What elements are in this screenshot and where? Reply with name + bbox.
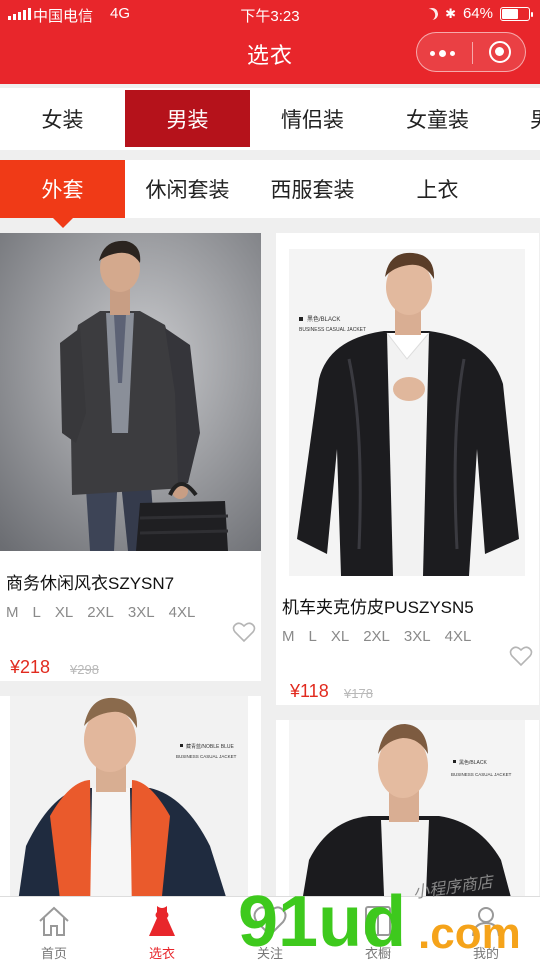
subcategory-tab-casual-sets[interactable]: 休闲套装: [125, 160, 250, 218]
size-option: 3XL: [127, 604, 155, 621]
photo-tag-color: 黑色/BLACK: [307, 315, 340, 323]
product-sizes: M L XL 2XL 3XL 4XL: [282, 625, 472, 649]
category-tab-couples[interactable]: 情侣装: [250, 90, 375, 147]
photo-tag-subtitle: BUSINESS CASUAL JACKET: [299, 327, 366, 333]
subcategory-tab-suits[interactable]: 西服套装: [250, 160, 375, 218]
tab-label: 关注: [256, 946, 283, 960]
do-not-disturb-icon: [424, 6, 439, 21]
top-bar: 中国电信 4G 下午3:23 ✱ 64% 选衣: [0, 0, 540, 84]
size-option: M: [6, 604, 19, 621]
product-photo[interactable]: 藏青蓝/NOBLE BLUE BUSINESS CASUAL JACKET: [10, 696, 248, 916]
mini-program-capsule: [416, 32, 526, 72]
category-tabs: 女装 男装 情侣装 女童装 男: [0, 88, 540, 150]
subcategory-tab-tops[interactable]: 上衣: [375, 160, 500, 218]
size-option: XL: [54, 604, 74, 621]
product-card[interactable]: 黑色/BLACK BUSINESS CASUAL JACKET: [276, 720, 539, 920]
tab-home[interactable]: 首页: [0, 897, 108, 960]
dress-icon: [149, 906, 175, 936]
product-card[interactable]: 藏青蓝/NOBLE BLUE BUSINESS CASUAL JACKET: [0, 696, 261, 916]
product-title[interactable]: 机车夹克仿皮PUSZYSN5: [282, 593, 474, 618]
product-price: ¥118: [290, 681, 329, 701]
favorite-heart-icon[interactable]: [232, 621, 256, 643]
user-icon: [472, 907, 500, 937]
tab-label: 选衣: [148, 946, 175, 960]
product-image-leather-jacket: 黑色/BLACK BUSINESS CASUAL JACKET: [289, 249, 525, 576]
bottom-tab-bar: 首页 选衣 关注 衣橱 我的: [0, 896, 540, 960]
size-option: XL: [330, 628, 350, 645]
tab-choose-clothes[interactable]: 选衣: [108, 897, 216, 960]
status-right: ✱ 64%: [424, 5, 533, 22]
battery-percent: 64%: [462, 5, 493, 22]
size-option: 2XL: [87, 604, 114, 621]
product-sizes: M L XL 2XL 3XL 4XL: [6, 601, 196, 625]
category-tab-boys[interactable]: 男: [500, 90, 540, 147]
subcategory-tab-outerwear[interactable]: 外套: [0, 160, 125, 228]
product-photo[interactable]: 黑色/BLACK BUSINESS CASUAL JACKET: [289, 720, 525, 920]
battery-fill: [502, 8, 518, 19]
size-option: 4XL: [444, 628, 472, 645]
tab-label: 我的: [472, 946, 499, 960]
photo-tag-subtitle: BUSINESS CASUAL JACKET: [451, 772, 512, 777]
size-option: L: [308, 628, 317, 645]
product-original-price: ¥298: [70, 662, 99, 677]
photo-tag-color: 藏青蓝/NOBLE BLUE: [186, 743, 234, 750]
product-title[interactable]: 商务休闲风衣SZYSN7: [6, 569, 174, 594]
product-image-trench-coat: [0, 233, 261, 551]
product-photo[interactable]: 黑色/BLACK BUSINESS CASUAL JACKET: [289, 249, 525, 576]
product-card[interactable]: 商务休闲风衣SZYSN7 M L XL 2XL 3XL 4XL ¥218 ¥298: [0, 233, 261, 681]
product-original-price: ¥178: [344, 686, 373, 701]
product-image-bomber-jacket: 黑色/BLACK BUSINESS CASUAL JACKET: [289, 720, 525, 920]
category-tab-girls[interactable]: 女童装: [375, 90, 500, 147]
size-option: L: [32, 604, 41, 621]
close-mini-program-icon[interactable]: [489, 41, 511, 63]
photo-tag-color: 黑色/BLACK: [459, 759, 487, 766]
size-option: 4XL: [168, 604, 196, 621]
size-option: 3XL: [403, 628, 431, 645]
capsule-divider: [472, 42, 473, 64]
product-photo[interactable]: [0, 233, 261, 551]
tab-follow[interactable]: 关注: [216, 897, 324, 960]
favorite-heart-icon[interactable]: [509, 645, 533, 667]
product-card[interactable]: 黑色/BLACK BUSINESS CASUAL JACKET 机车夹克仿皮PU…: [276, 233, 539, 705]
category-tab-men[interactable]: 男装: [125, 90, 250, 147]
subcategory-tabs: 外套 休闲套装 西服套装 上衣: [0, 160, 540, 228]
tab-label: 首页: [40, 946, 67, 960]
wardrobe-icon: [365, 906, 391, 936]
status-bar: 中国电信 4G 下午3:23 ✱ 64%: [0, 0, 540, 28]
battery-icon: [500, 6, 533, 21]
tab-label: 衣橱: [364, 946, 391, 960]
tab-wardrobe[interactable]: 衣橱: [324, 897, 432, 960]
heart-icon: [253, 906, 287, 937]
home-icon: [39, 906, 69, 936]
more-icon[interactable]: [430, 50, 455, 57]
product-price: ¥218: [10, 657, 51, 677]
photo-tag-subtitle: BUSINESS CASUAL JACKET: [176, 754, 237, 759]
tab-me[interactable]: 我的: [432, 897, 540, 960]
bluetooth-icon: ✱: [445, 5, 456, 21]
category-tab-women[interactable]: 女装: [0, 90, 125, 147]
size-option: M: [282, 628, 295, 645]
product-image-hooded-jacket: 藏青蓝/NOBLE BLUE BUSINESS CASUAL JACKET: [10, 696, 248, 916]
size-option: 2XL: [363, 628, 390, 645]
